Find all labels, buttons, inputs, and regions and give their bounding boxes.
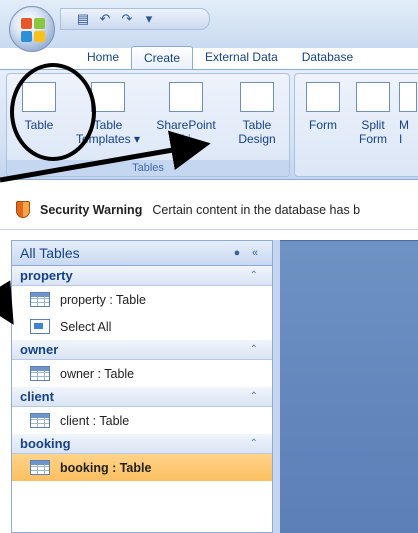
tab-home[interactable]: Home bbox=[75, 46, 131, 70]
redo-icon[interactable]: ↷ bbox=[119, 11, 135, 27]
nav-item-property-table[interactable]: property : Table bbox=[12, 286, 272, 313]
group-name: booking bbox=[20, 436, 71, 451]
undo-icon[interactable]: ↶ bbox=[97, 11, 113, 27]
tab-external-data[interactable]: External Data bbox=[193, 46, 290, 70]
pane-splitter[interactable] bbox=[273, 240, 280, 533]
collapse-chevron-icon[interactable]: ⌃ bbox=[250, 391, 258, 402]
office-button[interactable] bbox=[9, 6, 55, 52]
nav-item-client-table[interactable]: client : Table bbox=[12, 407, 272, 434]
save-icon[interactable]: ▤ bbox=[75, 11, 91, 27]
nav-item-label: property : Table bbox=[60, 292, 146, 307]
nav-item-label: owner : Table bbox=[60, 366, 135, 381]
table-icon bbox=[30, 366, 50, 381]
nav-item-label: booking : Table bbox=[60, 460, 152, 475]
ribbon-tabs: Home Create External Data Database bbox=[75, 46, 365, 70]
shield-icon bbox=[16, 201, 30, 218]
nav-item-booking-table[interactable]: booking : Table bbox=[12, 454, 272, 481]
sharepoint-lists-button[interactable]: SharePoint Li bbox=[149, 82, 223, 146]
quick-access-toolbar: ▤ ↶ ↷ ▾ bbox=[60, 8, 210, 30]
collapse-chevron-icon[interactable]: ⌃ bbox=[250, 438, 258, 449]
nav-pane-title: All Tables bbox=[20, 245, 80, 261]
split-form-button[interactable]: Split Form bbox=[351, 82, 395, 146]
nav-item-label: client : Table bbox=[60, 413, 130, 428]
group-name: owner bbox=[20, 342, 59, 357]
form-button-label: Form bbox=[309, 118, 337, 132]
table-icon bbox=[30, 413, 50, 428]
nav-item-owner-table[interactable]: owner : Table bbox=[12, 360, 272, 387]
nav-pane-header[interactable]: All Tables ● « bbox=[12, 240, 272, 266]
tables-group-label: Tables bbox=[7, 160, 289, 176]
group-header-property[interactable]: property ⌃ bbox=[12, 266, 272, 286]
table-design-icon bbox=[240, 82, 274, 112]
split-form-icon bbox=[356, 82, 390, 112]
nav-collapse-icon[interactable]: « bbox=[246, 247, 264, 259]
arrow-to-nav-pane bbox=[0, 280, 14, 325]
nav-item-label: Select All bbox=[60, 319, 112, 334]
group-name: property bbox=[20, 268, 73, 283]
sharepoint-label-2: Li bbox=[181, 132, 191, 146]
security-warning-bar: Security Warning Certain content in the … bbox=[0, 190, 418, 230]
collapse-chevron-icon[interactable]: ⌃ bbox=[250, 270, 258, 281]
table-design-button[interactable]: Table Design bbox=[229, 82, 285, 146]
navigation-pane: All Tables ● « property ⌃ property : Tab… bbox=[11, 240, 273, 533]
select-all-icon bbox=[30, 319, 50, 334]
office-logo-icon bbox=[21, 18, 45, 42]
more-forms-icon bbox=[399, 82, 417, 112]
nav-menu-dropdown-icon[interactable]: ● bbox=[228, 247, 246, 259]
annotation-circle bbox=[10, 63, 96, 161]
tab-database[interactable]: Database bbox=[290, 46, 365, 70]
group-header-client[interactable]: client ⌃ bbox=[12, 387, 272, 407]
split-form-label-2: Form bbox=[359, 132, 387, 146]
security-warning-message: Certain content in the database has b bbox=[152, 202, 361, 217]
table-icon bbox=[30, 292, 50, 307]
table-templates-icon bbox=[91, 82, 125, 112]
more-forms-label-2: I bbox=[399, 132, 403, 146]
more-forms-button[interactable]: M I bbox=[399, 82, 418, 146]
sharepoint-label-1: SharePoint bbox=[156, 118, 216, 132]
document-workspace bbox=[280, 240, 418, 533]
table-icon bbox=[30, 460, 50, 475]
collapse-chevron-icon[interactable]: ⌃ bbox=[250, 344, 258, 355]
more-forms-label-1: M bbox=[399, 118, 409, 132]
split-form-label-1: Split bbox=[361, 118, 385, 132]
form-icon bbox=[306, 82, 340, 112]
customize-icon[interactable]: ▾ bbox=[141, 11, 157, 27]
security-warning-title: Security Warning bbox=[40, 202, 143, 217]
group-header-booking[interactable]: booking ⌃ bbox=[12, 434, 272, 454]
nav-item-select-all[interactable]: Select All bbox=[12, 313, 272, 340]
sharepoint-lists-icon bbox=[169, 82, 203, 112]
table-design-label-2: Design bbox=[238, 132, 276, 146]
forms-group: Form Split Form M I bbox=[294, 73, 418, 177]
group-header-owner[interactable]: owner ⌃ bbox=[12, 340, 272, 360]
tab-create[interactable]: Create bbox=[131, 46, 194, 70]
form-button[interactable]: Form bbox=[301, 82, 345, 132]
group-name: client bbox=[20, 389, 54, 404]
table-design-label-1: Table bbox=[242, 118, 272, 132]
